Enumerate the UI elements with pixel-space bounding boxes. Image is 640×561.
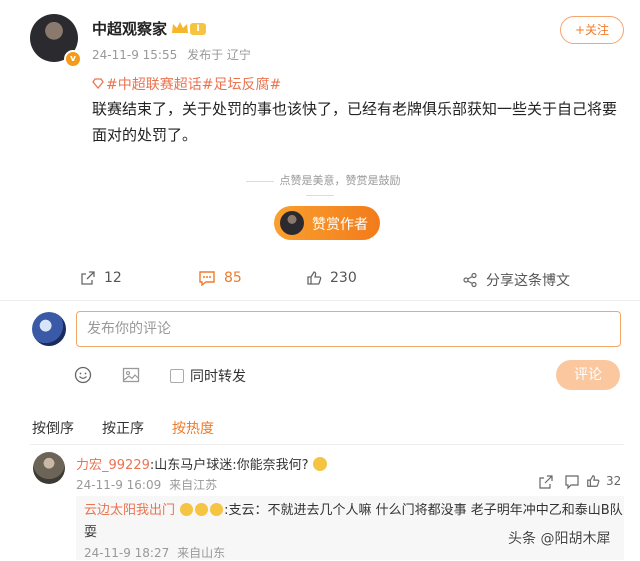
emoji-icon	[180, 503, 194, 516]
reward-tip: 点赞是美意，赞赏是鼓励	[222, 172, 418, 201]
divider	[30, 444, 624, 445]
tab-sort-forward[interactable]: 按正序	[102, 418, 144, 438]
comment-action[interactable]: 85	[198, 270, 242, 286]
post-meta: 24-11-9 15:55 发布于 辽宁	[92, 46, 251, 63]
topic-link[interactable]: #中超联赛超话#足坛反腐#	[92, 74, 281, 94]
comment-icon[interactable]	[564, 474, 580, 490]
super-topic-icon	[92, 78, 104, 89]
thumbs-up-icon	[307, 271, 322, 285]
comment-time: 24-11-9 16:09	[76, 478, 162, 492]
share-icon	[463, 272, 477, 288]
topic-text: #中超联赛超话#足坛反腐#	[106, 77, 282, 93]
follow-button[interactable]: +关注	[560, 16, 624, 44]
submit-comment-button[interactable]: 评论	[556, 360, 620, 390]
reward-avatar	[280, 211, 304, 235]
reply-meta: 24-11-9 18:27 来自山东	[84, 544, 225, 561]
reply-user-name[interactable]: 云边太阳我出门	[84, 503, 175, 518]
emoji-icon[interactable]	[74, 366, 92, 384]
comment-like-count: 32	[606, 474, 622, 488]
share-label: 分享这条博文	[486, 273, 570, 289]
repost-checkbox[interactable]	[170, 369, 184, 383]
emoji-icon	[210, 503, 224, 516]
reply-location: 来自山东	[177, 546, 226, 560]
tab-sort-hot[interactable]: 按热度	[172, 418, 214, 438]
reward-label: 赞赏作者	[312, 217, 368, 233]
reward-button[interactable]: 赞赏作者	[274, 206, 380, 240]
repost-count: 12	[104, 270, 122, 286]
commenter-avatar[interactable]	[33, 452, 65, 484]
repost-icon	[81, 271, 95, 285]
repost-toggle[interactable]: 同时转发	[170, 366, 246, 386]
comment-icon	[199, 271, 215, 286]
comment-line: 力宏_99229:山东马户球迷:你能奈我何?	[76, 454, 327, 473]
verified-badge-icon: v	[64, 50, 82, 68]
repost-icon[interactable]	[538, 474, 554, 490]
comment-count: 85	[224, 270, 242, 286]
comment-text: :山东马户球迷:你能奈我何?	[149, 458, 309, 473]
like-action[interactable]: 230	[306, 270, 357, 286]
comment-like[interactable]: 32	[586, 474, 621, 488]
watermark: 头条 @阳胡木犀	[508, 531, 611, 547]
divider	[0, 300, 640, 301]
reply-time: 24-11-9 18:27	[84, 546, 170, 560]
emoji-icon	[312, 457, 327, 471]
image-icon[interactable]	[122, 366, 140, 384]
author-name[interactable]: 中超观察家	[92, 18, 167, 39]
crown-icon	[172, 22, 188, 33]
comment-meta: 24-11-9 16:09 来自江苏	[76, 476, 217, 493]
tab-sort-reverse[interactable]: 按倒序	[32, 418, 74, 438]
comment-input[interactable]	[76, 311, 621, 347]
post-location: 发布于 辽宁	[187, 48, 251, 62]
reward-tip-text: 点赞是美意，赞赏是鼓励	[279, 174, 401, 187]
like-count: 230	[330, 270, 357, 286]
repost-toggle-label: 同时转发	[190, 369, 246, 385]
comment-location: 来自江苏	[169, 478, 218, 492]
post-text: 联赛结束了，关于处罚的事也该快了，已经有老牌俱乐部获知一些关于自己将要面对的处罚…	[92, 100, 618, 144]
my-avatar	[32, 312, 66, 346]
post-time: 24-11-9 15:55	[92, 48, 178, 62]
repost-action[interactable]: 12	[80, 270, 122, 286]
share-action[interactable]: 分享这条博文	[462, 270, 570, 290]
thumbs-up-icon	[587, 475, 600, 487]
emoji-icon	[195, 503, 209, 516]
level-badge: I	[190, 23, 206, 35]
commenter-name[interactable]: 力宏_99229	[76, 458, 150, 473]
